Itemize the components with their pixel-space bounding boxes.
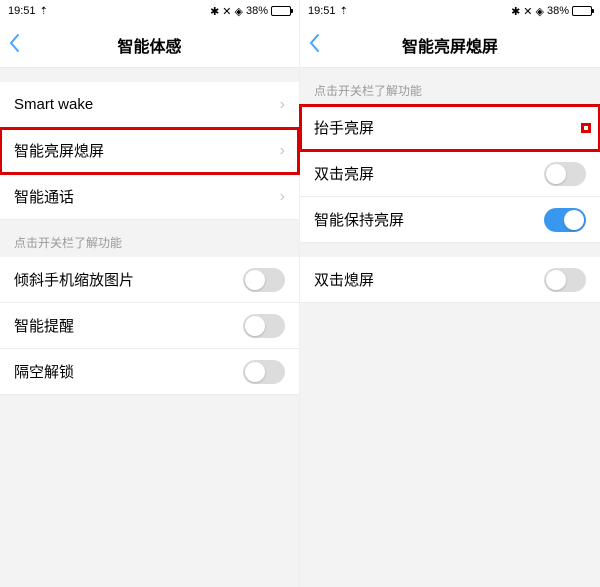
chevron-right-icon: › xyxy=(280,188,285,206)
row-label: 双击熄屏 xyxy=(314,269,544,290)
row-tilt-zoom[interactable]: 倾斜手机缩放图片 xyxy=(0,257,299,303)
upload-icon: ⇡ xyxy=(340,6,348,17)
battery-text: 38% xyxy=(246,5,268,17)
status-bar: 19:51 ⇡ ✱ ✕ ◈ 38% xyxy=(300,0,600,22)
page-title: 智能体感 xyxy=(0,33,299,57)
section-hint: 点击开关栏了解功能 xyxy=(0,220,299,257)
row-smart-wake[interactable]: Smart wake › xyxy=(0,82,299,128)
upload-icon: ⇡ xyxy=(40,6,48,17)
row-label: 智能通话 xyxy=(14,186,280,207)
nav-header: 智能体感 xyxy=(0,22,299,68)
page-title: 智能亮屏熄屏 xyxy=(300,33,600,57)
row-double-tap-wake[interactable]: 双击亮屏 xyxy=(300,151,600,197)
chevron-left-icon xyxy=(8,33,20,53)
silent-icon: ✕ xyxy=(523,5,532,18)
bluetooth-icon: ✱ xyxy=(511,5,520,18)
row-label: 智能亮屏熄屏 xyxy=(14,140,280,161)
chevron-right-icon: › xyxy=(280,96,285,114)
row-raise-to-wake[interactable]: 抬手亮屏 xyxy=(300,105,600,151)
wifi-icon: ◈ xyxy=(235,5,243,18)
back-button[interactable] xyxy=(8,33,20,57)
status-time: 19:51 xyxy=(8,5,36,17)
nav-header: 智能亮屏熄屏 xyxy=(300,22,600,68)
row-label: 倾斜手机缩放图片 xyxy=(14,269,243,290)
row-smart-screen[interactable]: 智能亮屏熄屏 › xyxy=(0,128,299,174)
battery-icon xyxy=(572,6,592,16)
row-double-tap-sleep[interactable]: 双击熄屏 xyxy=(300,257,600,303)
section-hint: 点击开关栏了解功能 xyxy=(300,68,600,105)
battery-icon xyxy=(271,6,291,16)
row-label: 智能提醒 xyxy=(14,315,243,336)
row-air-unlock[interactable]: 隔空解锁 xyxy=(0,349,299,395)
toggle-double-tap-sleep[interactable] xyxy=(544,268,586,292)
chevron-left-icon xyxy=(308,33,320,53)
toggle-air-unlock[interactable] xyxy=(243,360,285,384)
row-label: 抬手亮屏 xyxy=(314,117,586,138)
toggle-smart-remind[interactable] xyxy=(243,314,285,338)
row-smart-call[interactable]: 智能通话 › xyxy=(0,174,299,220)
status-bar: 19:51 ⇡ ✱ ✕ ◈ 38% xyxy=(0,0,299,22)
row-keep-screen-on[interactable]: 智能保持亮屏 xyxy=(300,197,600,243)
wifi-icon: ◈ xyxy=(536,5,544,18)
chevron-right-icon: › xyxy=(280,142,285,160)
row-smart-remind[interactable]: 智能提醒 xyxy=(0,303,299,349)
phone-right: 19:51 ⇡ ✱ ✕ ◈ 38% 智能亮屏熄屏 点击开关栏了解功能 抬手亮屏 xyxy=(300,0,600,587)
status-time: 19:51 xyxy=(308,5,336,17)
toggle-double-tap-wake[interactable] xyxy=(544,162,586,186)
toggle-keep-screen-on[interactable] xyxy=(544,208,586,232)
row-label: Smart wake xyxy=(14,96,280,113)
silent-icon: ✕ xyxy=(222,5,231,18)
battery-text: 38% xyxy=(547,5,569,17)
row-label: 智能保持亮屏 xyxy=(314,209,544,230)
phone-left: 19:51 ⇡ ✱ ✕ ◈ 38% 智能体感 Smart wake › xyxy=(0,0,300,587)
bluetooth-icon: ✱ xyxy=(210,5,219,18)
back-button[interactable] xyxy=(308,33,320,57)
toggle-tilt-zoom[interactable] xyxy=(243,268,285,292)
row-label: 双击亮屏 xyxy=(314,163,544,184)
row-label: 隔空解锁 xyxy=(14,361,243,382)
